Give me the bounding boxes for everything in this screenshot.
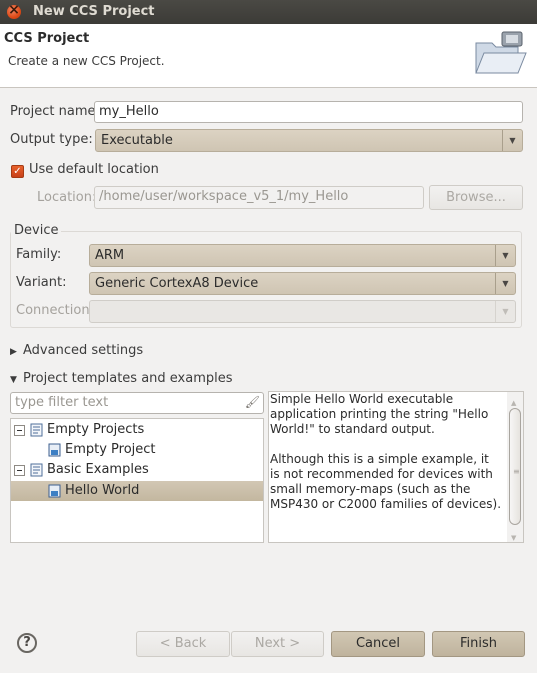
project-template-icon xyxy=(48,443,61,457)
use-default-location-label[interactable]: Use default location xyxy=(29,162,159,177)
clear-filter-icon[interactable]: 🖌 xyxy=(245,395,260,409)
project-template-icon xyxy=(48,484,61,498)
output-type-select[interactable]: Executable ▼ xyxy=(95,129,523,152)
collapse-icon[interactable] xyxy=(14,465,25,476)
wizard-header: CCS Project Create a new CCS Project. xyxy=(0,24,537,88)
page-subtitle: Create a new CCS Project. xyxy=(8,54,165,68)
description-paragraph-1: Simple Hello World executable applicatio… xyxy=(270,392,489,436)
template-folder-icon xyxy=(30,463,43,477)
family-label: Family: xyxy=(16,247,62,262)
location-label: Location: xyxy=(37,190,97,205)
advanced-settings-expander-icon[interactable]: ▶ xyxy=(10,347,17,357)
tree-row-empty-projects[interactable]: Empty Projects xyxy=(11,420,263,440)
cancel-button[interactable]: Cancel xyxy=(331,631,425,657)
tree-label: Hello World xyxy=(65,483,140,498)
description-paragraph-2: Although this is a simple example, it is… xyxy=(270,452,502,511)
templates-label[interactable]: Project templates and examples xyxy=(23,371,233,386)
description-text: Simple Hello World executable applicatio… xyxy=(270,392,502,512)
chevron-down-icon: ▼ xyxy=(495,301,515,322)
tree-row-empty-project[interactable]: Empty Project xyxy=(11,440,263,460)
close-icon[interactable] xyxy=(7,2,21,19)
chevron-down-icon: ▼ xyxy=(495,245,515,266)
help-button[interactable]: ? xyxy=(17,633,37,653)
template-filter-placeholder: type filter text xyxy=(15,395,109,410)
browse-button[interactable]: Browse... xyxy=(429,185,523,210)
project-name-input[interactable]: my_Hello xyxy=(94,101,523,123)
tree-row-basic-examples[interactable]: Basic Examples xyxy=(11,460,263,480)
page-title: CCS Project xyxy=(4,31,90,46)
variant-value: Generic CortexA8 Device xyxy=(95,276,259,291)
variant-label: Variant: xyxy=(16,275,67,290)
tree-row-hello-world[interactable]: Hello World xyxy=(11,481,263,501)
output-type-label: Output type: xyxy=(10,132,93,147)
scroll-thumb[interactable]: ≡ xyxy=(509,408,521,525)
family-select[interactable]: ARM ▼ xyxy=(89,244,516,267)
output-type-value: Executable xyxy=(101,133,173,148)
family-value: ARM xyxy=(95,248,125,263)
chevron-down-icon: ▼ xyxy=(495,273,515,294)
description-scrollbar[interactable]: ▲ ≡ ▼ xyxy=(507,392,523,542)
template-description: Simple Hello World executable applicatio… xyxy=(268,391,524,543)
templates-expander-icon[interactable]: ▼ xyxy=(10,375,17,385)
use-default-location-checkbox[interactable]: ✓ xyxy=(11,165,24,178)
tree-label: Empty Projects xyxy=(47,422,145,437)
next-button[interactable]: Next > xyxy=(231,631,324,657)
connection-select[interactable]: ▼ xyxy=(89,300,516,323)
finish-button[interactable]: Finish xyxy=(432,631,525,657)
template-filter-input[interactable]: type filter text 🖌 xyxy=(10,392,264,414)
device-group-title: Device xyxy=(11,223,62,238)
location-input[interactable]: /home/user/workspace_v5_1/my_Hello xyxy=(94,186,424,209)
scroll-down-icon[interactable]: ▼ xyxy=(511,531,516,546)
tree-label: Empty Project xyxy=(65,442,156,457)
templates-tree[interactable]: Empty Projects Empty Project Basic Examp… xyxy=(10,418,264,543)
connection-label: Connection: xyxy=(16,303,94,318)
chevron-down-icon: ▼ xyxy=(502,130,522,151)
back-button[interactable]: < Back xyxy=(136,631,230,657)
collapse-icon[interactable] xyxy=(14,425,25,436)
project-name-label: Project name: xyxy=(10,104,100,119)
folder-wizard-icon xyxy=(475,31,527,74)
variant-select[interactable]: Generic CortexA8 Device ▼ xyxy=(89,272,516,295)
tree-label: Basic Examples xyxy=(47,462,149,477)
advanced-settings-label[interactable]: Advanced settings xyxy=(23,343,143,358)
template-folder-icon xyxy=(30,423,43,437)
grip-icon: ≡ xyxy=(513,467,520,476)
window-title: New CCS Project xyxy=(33,4,155,19)
title-bar: New CCS Project xyxy=(0,0,537,24)
